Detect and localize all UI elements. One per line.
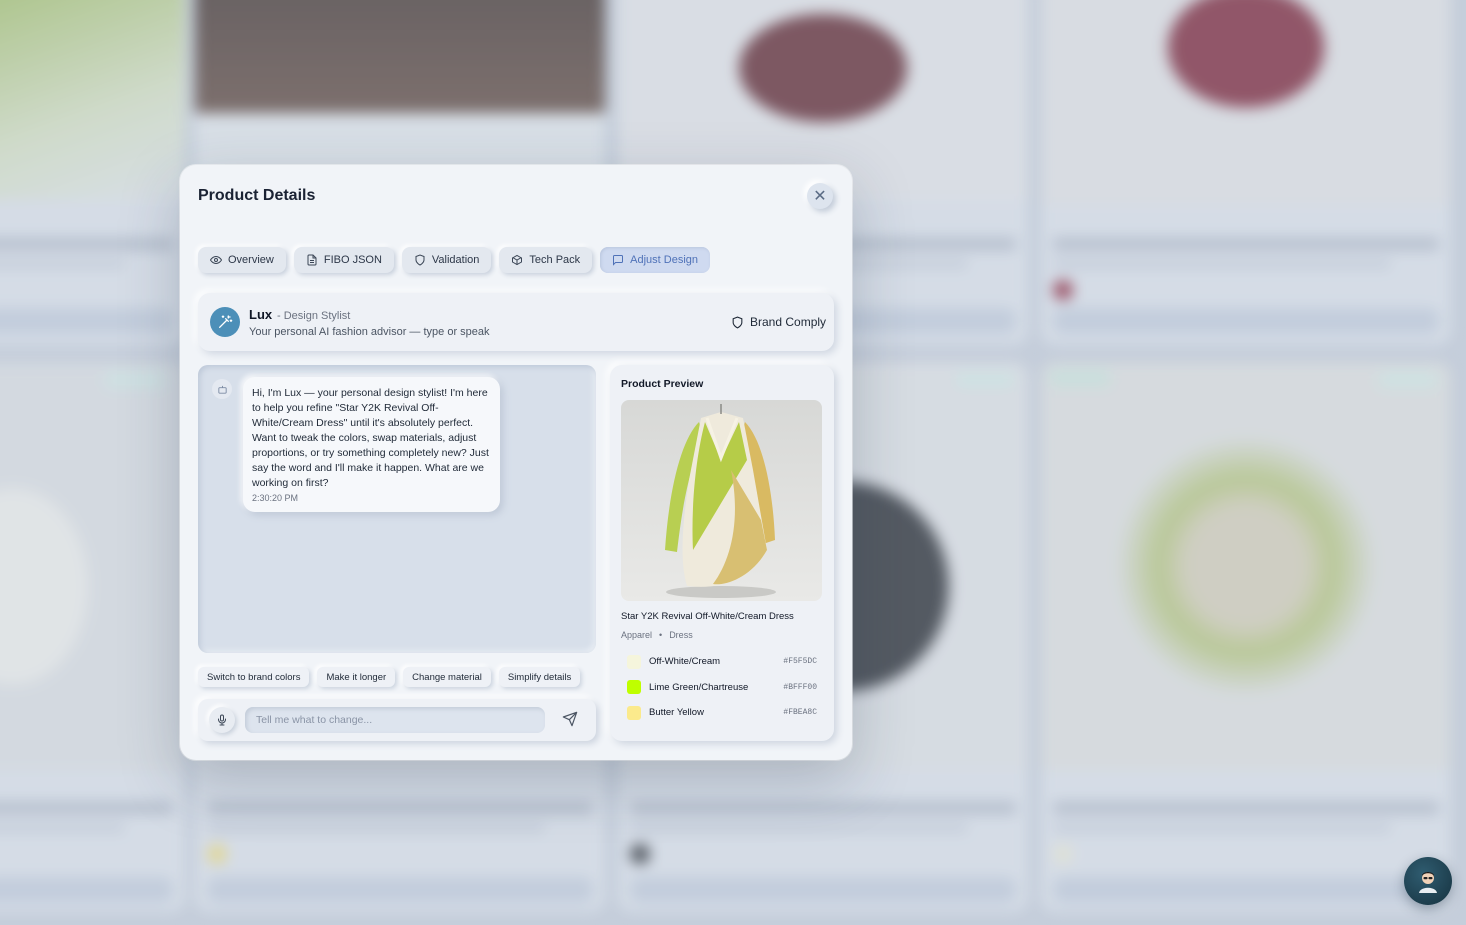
chat-messages[interactable]: Hi, I'm Lux — your personal design styli… bbox=[198, 365, 596, 653]
stylist-header: Lux - Design Stylist Your personal AI fa… bbox=[198, 293, 834, 351]
assistant-avatar-icon bbox=[1419, 872, 1437, 893]
color-name: Lime Green/Chartreuse bbox=[649, 681, 749, 693]
stylist-name: Lux bbox=[249, 307, 273, 322]
message-timestamp: 2:30:20 PM bbox=[252, 493, 299, 503]
package-icon bbox=[512, 254, 523, 266]
chat-input-bar bbox=[198, 699, 596, 741]
document-icon bbox=[307, 254, 317, 266]
bot-icon bbox=[217, 385, 227, 394]
tab-label: Adjust Design bbox=[630, 254, 699, 266]
color-hex: #FBEA8C bbox=[783, 708, 817, 718]
shield-icon bbox=[415, 254, 425, 266]
product-image bbox=[621, 400, 822, 601]
shield-icon bbox=[732, 316, 743, 329]
brand-comply-label: Brand Comply bbox=[750, 315, 827, 329]
tab-label: Tech Pack bbox=[529, 254, 581, 266]
chat-message-bubble: Hi, I'm Lux — your personal design styli… bbox=[243, 377, 500, 512]
color-hex: #BFFF00 bbox=[783, 682, 817, 692]
preview-title: Product Preview bbox=[621, 378, 704, 390]
stylist-role: - Design Stylist bbox=[277, 310, 351, 322]
subcategory-label: Dress bbox=[669, 630, 693, 640]
tab-validation[interactable]: Validation bbox=[401, 247, 492, 273]
color-swatch bbox=[627, 654, 641, 669]
product-name: Star Y2K Revival Off-White/Cream Dress bbox=[621, 611, 794, 622]
chat-icon bbox=[613, 255, 624, 266]
modal-title: Product Details bbox=[198, 187, 316, 204]
bot-avatar bbox=[212, 379, 232, 399]
separator-dot: • bbox=[659, 630, 663, 640]
tab-fibo-json[interactable]: FIBO JSON bbox=[293, 247, 394, 273]
color-row: Butter Yellow #FBEA8C bbox=[627, 700, 817, 726]
suggestion-change-material[interactable]: Change material bbox=[403, 667, 491, 687]
color-swatch bbox=[627, 680, 641, 695]
message-text: Hi, I'm Lux — your personal design styli… bbox=[252, 387, 489, 489]
close-icon: ✕ bbox=[813, 188, 827, 205]
color-row: Off-White/Cream #F5F5DC bbox=[627, 649, 817, 675]
product-category: Apparel • Dress bbox=[621, 630, 693, 640]
stylist-avatar bbox=[210, 307, 240, 337]
product-preview-card: Product Preview Star Y2K Revival Off-Whi… bbox=[610, 365, 834, 741]
microphone-icon bbox=[218, 714, 226, 726]
send-icon bbox=[562, 711, 578, 727]
tab-overview[interactable]: Overview bbox=[198, 247, 286, 273]
color-name: Butter Yellow bbox=[649, 707, 704, 719]
voice-input-button[interactable] bbox=[209, 707, 235, 733]
color-hex: #F5F5DC bbox=[783, 657, 817, 667]
brand-comply-button[interactable]: Brand Comply bbox=[731, 315, 826, 329]
tab-label: Validation bbox=[431, 254, 480, 266]
suggestion-make-longer[interactable]: Make it longer bbox=[317, 667, 396, 687]
magic-wand-icon bbox=[219, 315, 233, 328]
tab-tech-pack[interactable]: Tech Pack bbox=[499, 247, 593, 273]
suggestion-chips: Switch to brand colors Make it longer Ch… bbox=[198, 667, 581, 687]
eye-icon bbox=[210, 255, 222, 265]
category-label: Apparel bbox=[621, 630, 653, 640]
color-row: Lime Green/Chartreuse #BFFF00 bbox=[627, 675, 817, 701]
tab-bar: Overview FIBO JSON Validation Tech Pack … bbox=[198, 247, 711, 273]
suggestion-brand-colors[interactable]: Switch to brand colors bbox=[198, 667, 310, 687]
tab-label: FIBO JSON bbox=[323, 254, 382, 266]
product-details-modal: Product Details ✕ Overview FIBO JSON Val… bbox=[180, 165, 852, 760]
color-palette: Off-White/Cream #F5F5DC Lime Green/Chart… bbox=[627, 649, 817, 726]
tab-label: Overview bbox=[228, 254, 274, 266]
tab-adjust-design[interactable]: Adjust Design bbox=[600, 247, 711, 273]
close-button[interactable]: ✕ bbox=[807, 183, 833, 209]
assistant-fab-button[interactable] bbox=[1404, 857, 1452, 905]
suggestion-simplify-details[interactable]: Simplify details bbox=[498, 667, 581, 687]
chat-input[interactable] bbox=[245, 707, 545, 733]
color-swatch bbox=[627, 705, 641, 720]
stylist-description: Your personal AI fashion advisor — type … bbox=[249, 326, 490, 338]
send-button[interactable] bbox=[562, 711, 580, 729]
color-name: Off-White/Cream bbox=[649, 656, 721, 668]
